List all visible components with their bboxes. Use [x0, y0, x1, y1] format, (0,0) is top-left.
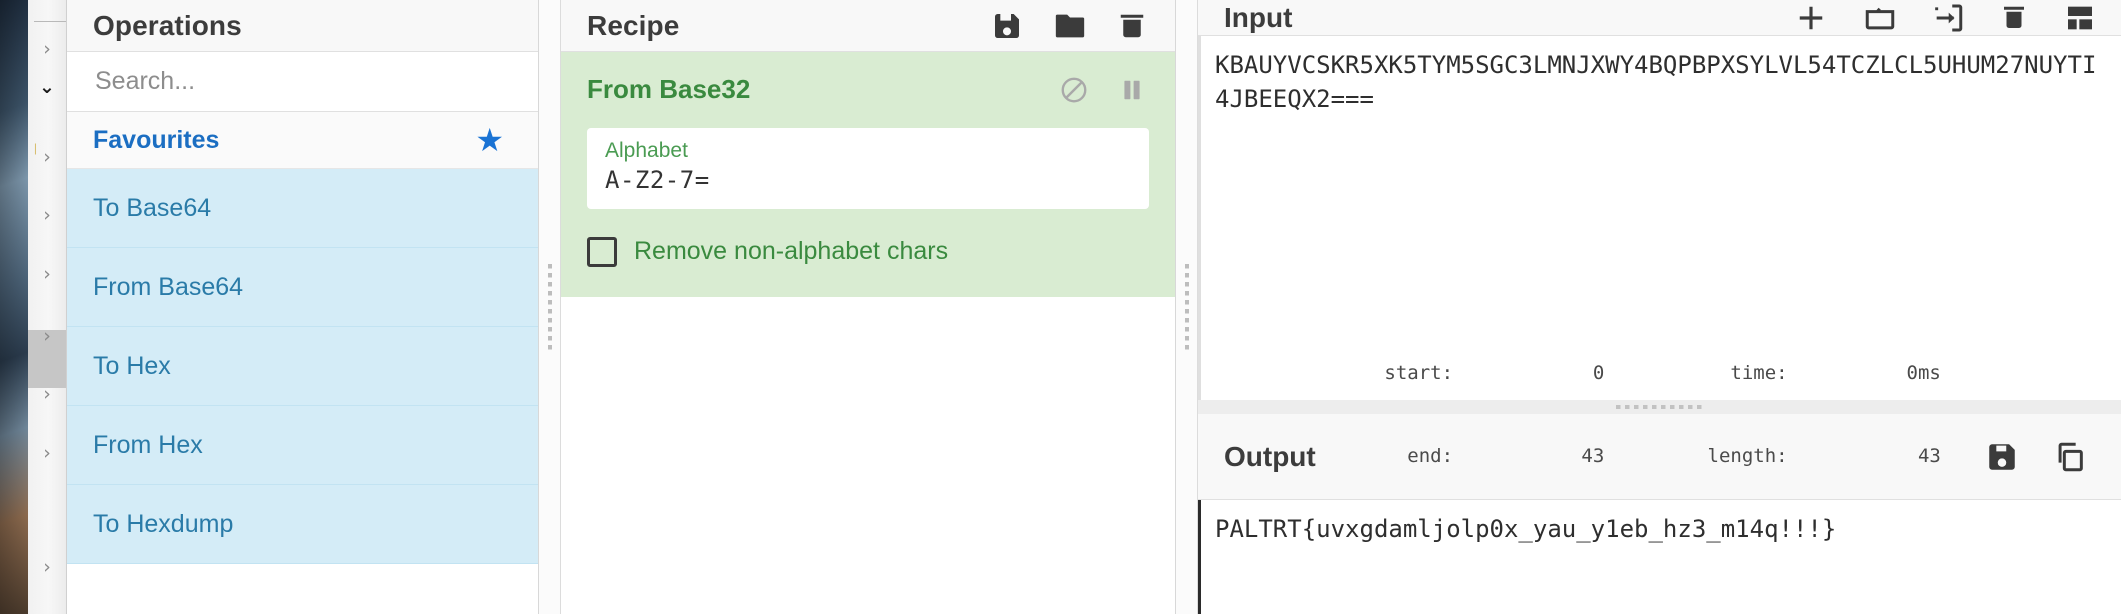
clear-input-icon[interactable]	[1999, 2, 2029, 34]
operation-list-item[interactable]: From Hex	[67, 406, 538, 485]
add-input-tab-icon[interactable]	[1793, 0, 1829, 35]
output-start-label: start:	[1384, 362, 1454, 385]
recipe-pane: Recipe From Base32 Alphabet A-Z2-7= Remo…	[561, 0, 1176, 614]
left-chevron-rail[interactable]: › ⌄ | › › › ⌄ › › › ›	[28, 0, 67, 614]
operation-list-item[interactable]: To Base64	[67, 169, 538, 248]
operation-list-item[interactable]: From Base64	[67, 248, 538, 327]
save-output-icon[interactable]	[1985, 440, 2019, 474]
chevron-right-icon[interactable]: ›	[28, 327, 66, 346]
operation-list-item[interactable]: To Hexdump	[67, 485, 538, 564]
operations-pane-header: Operations	[67, 0, 538, 52]
remove-non-alphabet-chars-label: Remove non-alphabet chars	[634, 237, 949, 266]
recipe-operation-name: From Base32	[587, 74, 751, 104]
output-start-value: 0	[1592, 362, 1605, 385]
chevron-right-icon[interactable]: ›	[28, 558, 66, 577]
chevron-right-icon[interactable]: ›	[28, 206, 66, 225]
splitter-grip-icon	[1184, 264, 1189, 350]
search-input[interactable]	[93, 66, 538, 97]
output-length-value: 43	[1917, 444, 1941, 467]
input-stats: length: lines: 72 1	[1428, 0, 1749, 35]
operations-list: To Base64 From Base64 To Hex From Hex To…	[67, 169, 538, 614]
recipe-arg-alphabet[interactable]: Alphabet A-Z2-7=	[587, 128, 1149, 209]
output-length-label: length:	[1707, 444, 1788, 467]
load-recipe-icon[interactable]	[1053, 9, 1087, 43]
chevron-right-icon[interactable]: ›	[28, 265, 66, 284]
remove-non-alphabet-chars-row[interactable]: Remove non-alphabet chars	[587, 236, 1149, 267]
remove-non-alphabet-chars-checkbox[interactable]	[587, 236, 617, 267]
operation-label: To Hex	[93, 351, 171, 380]
operation-label: To Base64	[93, 193, 212, 222]
category-header-favourites[interactable]: Favourites ★	[67, 112, 538, 169]
recipe-operation-card[interactable]: From Base32 Alphabet A-Z2-7= Remove non-…	[561, 52, 1175, 297]
output-end-label: end:	[1407, 444, 1454, 467]
chevron-right-icon[interactable]: ›	[28, 385, 66, 404]
output-pane-header: Output start: end: length: 0 43 43 time:	[1198, 362, 2121, 549]
chevron-right-icon[interactable]: ›	[28, 444, 66, 463]
input-stat-values: 72 1	[1612, 0, 1749, 35]
open-folder-as-input-icon[interactable]	[1931, 1, 1965, 35]
save-recipe-icon[interactable]	[991, 10, 1023, 42]
operations-pane: Operations Favourites ★ To Base64 From B…	[67, 0, 539, 614]
input-output-splitter[interactable]	[1198, 400, 2121, 414]
splitter-grip-icon	[547, 264, 552, 350]
desktop-wallpaper-sliver	[0, 0, 28, 614]
copy-output-icon[interactable]	[2053, 440, 2087, 474]
rail-divider	[34, 21, 66, 22]
operation-label: From Base64	[93, 272, 244, 301]
output-textarea[interactable]: PALTRT{uvxgdamljolp0x_yau_y1eb_hz3_m14q!…	[1198, 500, 2121, 614]
recipe-operation-header: From Base32	[587, 74, 1149, 105]
recipe-io-splitter[interactable]	[1176, 0, 1198, 614]
input-stat-col: length: lines:	[1428, 0, 1565, 35]
cyberchef-app: › ⌄ | › › › ⌄ › › › › Operations Favouri…	[0, 0, 2121, 614]
output-time-value: 0ms	[1906, 362, 1941, 385]
splitter-grip-icon	[1615, 405, 1704, 409]
arg-label: Alphabet	[605, 139, 688, 162]
star-icon: ★	[475, 121, 504, 159]
chevron-right-icon[interactable]: ›	[28, 40, 66, 59]
category-label: Favourites	[93, 125, 220, 154]
arg-value[interactable]: A-Z2-7=	[605, 165, 1131, 196]
pause-breakpoint-icon[interactable]	[1119, 76, 1145, 104]
operation-list-item[interactable]: To Hex	[67, 327, 538, 406]
chevron-down-icon[interactable]: ⌄	[28, 78, 66, 97]
chevron-right-icon[interactable]: ›	[28, 148, 66, 167]
operations-title: Operations	[93, 9, 242, 41]
recipe-toolbar	[991, 9, 1147, 43]
reset-pane-layout-icon[interactable]	[2063, 2, 2097, 34]
operation-label: To Hexdump	[93, 509, 234, 538]
output-title: Output	[1224, 440, 1316, 472]
output-panel: Output start: end: length: 0 43 43 time:	[1198, 362, 2121, 614]
recipe-operation-actions	[1059, 75, 1145, 105]
recipe-pane-header: Recipe	[561, 0, 1175, 52]
disable-operation-icon[interactable]	[1059, 75, 1089, 105]
operation-label: From Hex	[93, 430, 203, 459]
open-file-icon[interactable]	[1863, 1, 1897, 35]
output-toolbar	[1985, 440, 2121, 474]
output-time-label: time:	[1730, 362, 1788, 385]
output-end-value: 43	[1581, 444, 1605, 467]
input-title: Input	[1224, 1, 1293, 33]
recipe-empty-area[interactable]	[561, 296, 1175, 614]
operations-recipe-splitter[interactable]	[539, 0, 561, 614]
operations-search-row[interactable]	[67, 52, 538, 112]
input-pane-header: Input length: lines: 72 1	[1198, 0, 2121, 36]
io-column: Input length: lines: 72 1	[1198, 0, 2121, 614]
recipe-title: Recipe	[587, 9, 680, 41]
clear-recipe-icon[interactable]	[1117, 10, 1147, 42]
input-toolbar	[1793, 0, 2097, 35]
